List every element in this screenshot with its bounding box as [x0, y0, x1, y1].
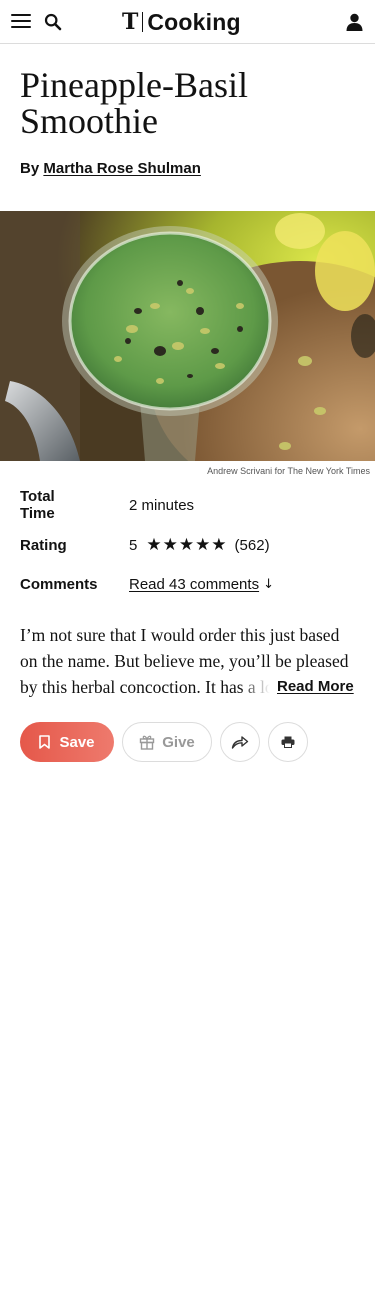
- arrow-down-icon[interactable]: ↓: [263, 577, 274, 592]
- byline: By Martha Rose Shulman: [20, 160, 201, 177]
- read-comments-link[interactable]: Read 43 comments: [129, 576, 259, 593]
- give-button-label: Give: [162, 733, 195, 751]
- recipe-title: Pineapple-Basil Smoothie: [20, 65, 248, 141]
- gift-icon: [140, 735, 155, 750]
- user-icon[interactable]: [346, 13, 363, 31]
- rating-value: 5: [129, 536, 138, 554]
- author-link[interactable]: Martha Rose Shulman: [43, 160, 201, 177]
- print-button[interactable]: [268, 722, 308, 762]
- read-more-link[interactable]: Read More: [270, 674, 354, 700]
- nyt-t-logo: T: [122, 9, 139, 35]
- give-button[interactable]: Give: [122, 722, 212, 762]
- save-button-label: Save: [59, 733, 95, 751]
- rating-stars-icon: ★★★★★: [146, 535, 228, 555]
- save-button[interactable]: Save: [20, 722, 114, 762]
- print-icon: [281, 736, 295, 748]
- total-time-value: 2 minutes: [129, 496, 195, 514]
- share-icon: [231, 736, 249, 749]
- description-fade: [240, 674, 270, 700]
- comments-value-group[interactable]: Read 43 comments ↓: [129, 576, 274, 593]
- rating-value-group[interactable]: 5 ★★★★★ (562): [129, 535, 270, 555]
- recipe-hero-image: [0, 211, 375, 461]
- rating-label: Rating: [20, 536, 67, 554]
- top-nav-bar: T Cooking: [0, 0, 375, 44]
- share-button[interactable]: [220, 722, 260, 762]
- rating-count: (562): [234, 536, 270, 554]
- logo-wordmark: Cooking: [147, 8, 241, 35]
- search-icon[interactable]: [44, 13, 62, 31]
- comments-label: Comments: [20, 575, 98, 593]
- bookmark-icon: [39, 735, 51, 749]
- total-time-label: Total Time: [20, 488, 55, 522]
- byline-prefix: By: [20, 160, 40, 177]
- nyt-cooking-logo[interactable]: T Cooking: [122, 8, 241, 36]
- hamburger-menu-icon[interactable]: [11, 13, 31, 29]
- image-credit: Andrew Scrivani for The New York Times: [207, 466, 370, 476]
- logo-divider: [142, 12, 144, 32]
